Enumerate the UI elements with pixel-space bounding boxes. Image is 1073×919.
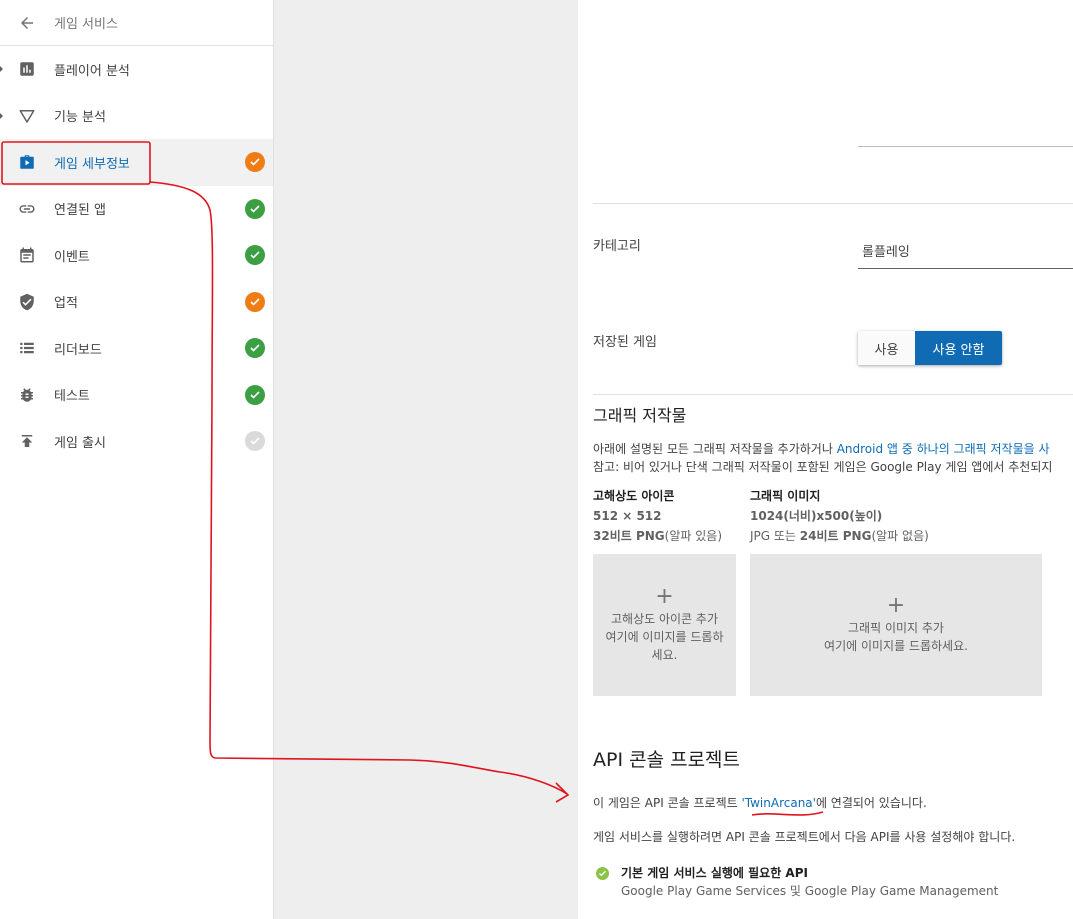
- sidebar-item-player-analytics[interactable]: 플레이어 분석: [0, 46, 273, 93]
- back-button[interactable]: 게임 서비스: [0, 0, 273, 46]
- graphic-image-spec: 그래픽 이미지 1024(너비)x500(높이) JPG 또는 24비트 PNG…: [750, 486, 929, 546]
- warning-check-icon: [245, 152, 265, 173]
- status-check-icon: [245, 338, 265, 359]
- arrow-back-icon[interactable]: [0, 14, 54, 32]
- dropzone-text: 그래픽 이미지 추가: [848, 621, 944, 635]
- hires-icon-title: 고해상도 아이콘: [593, 489, 675, 503]
- expand-caret-icon[interactable]: [0, 111, 3, 120]
- hires-icon-dropzone[interactable]: + 고해상도 아이콘 추가 여기에 이미지를 드롭하 세요.: [593, 554, 736, 696]
- dropzone-text: 여기에 이미지를 드롭하세요.: [824, 639, 968, 653]
- required-api-item: 기본 게임 서비스 실행에 필요한 API Google Play Game S…: [596, 864, 998, 900]
- category-label: 카테고리: [593, 239, 641, 254]
- triangle-filter-icon: [0, 107, 54, 125]
- saved-games-on-button[interactable]: 사용: [858, 331, 915, 365]
- graphics-note: 참고: 비어 있거나 단색 그래픽 저작물이 포함된 게임은 Google Pl…: [593, 460, 1053, 474]
- graphic-image-dropzone[interactable]: + 그래픽 이미지 추가 여기에 이미지를 드롭하세요.: [750, 554, 1042, 696]
- dropzone-text: 세요.: [651, 648, 678, 662]
- plus-icon: +: [886, 593, 906, 618]
- divider: [593, 394, 1073, 395]
- status-check-icon: [245, 198, 265, 219]
- dropzone-text: 고해상도 아이콘 추가: [611, 612, 718, 626]
- sidebar-item-label: 게임 세부정보: [54, 156, 130, 172]
- sidebar-item-feature-analytics[interactable]: 기능 분석: [0, 93, 273, 140]
- android-app-link[interactable]: Android 앱 중 하나의 그래픽 저작물을 사: [837, 442, 1050, 456]
- back-label: 게임 서비스: [54, 17, 118, 32]
- publish-icon: [0, 432, 54, 450]
- bar-chart-icon: [0, 60, 54, 78]
- status-check-icon: [245, 245, 265, 266]
- hires-icon-size: 512 × 512: [593, 509, 662, 523]
- sidebar-item-game-details[interactable]: 게임 세부정보: [0, 139, 273, 186]
- saved-games-label: 저장된 게임: [593, 335, 657, 350]
- link-icon: [0, 200, 54, 218]
- api-instruction: 게임 서비스를 실행하려면 API 콘솔 프로젝트에서 다음 API를 사용 설…: [593, 830, 1016, 844]
- hires-icon-format: 32비트 PNG(알파 있음): [593, 529, 722, 543]
- calendar-icon: [0, 246, 54, 264]
- disabled-check-icon: [245, 431, 265, 452]
- play-briefcase-icon: [0, 153, 54, 171]
- api-project-link[interactable]: 'TwinArcana': [741, 796, 815, 810]
- sidebar-item-linked-apps[interactable]: 연결된 앱: [0, 186, 273, 233]
- sidebar-item-publish[interactable]: 게임 출시: [0, 418, 273, 465]
- graphics-desc-text: 아래에 설명된 모든 그래픽 저작물을 추가하거나: [593, 442, 837, 456]
- required-api-list: Google Play Game Services 및 Google Play …: [621, 884, 999, 898]
- sidebar-item-label: 기능 분석: [54, 110, 106, 126]
- saved-games-off-button[interactable]: 사용 안함: [915, 331, 1002, 365]
- sidebar-item-label: 이벤트: [54, 249, 90, 265]
- saved-games-toggle: 사용 사용 안함: [858, 331, 1002, 365]
- graphic-image-title: 그래픽 이미지: [750, 489, 821, 503]
- hires-icon-spec: 고해상도 아이콘 512 × 512 32비트 PNG(알파 있음): [593, 486, 722, 546]
- sidebar-item-achievements[interactable]: 업적: [0, 279, 273, 326]
- status-check-icon: [245, 384, 265, 405]
- sidebar-item-events[interactable]: 이벤트: [0, 232, 273, 279]
- sidebar-item-label: 업적: [54, 296, 78, 312]
- sidebar-item-label: 테스트: [54, 389, 90, 405]
- divider: [593, 203, 1073, 204]
- graphics-description: 아래에 설명된 모든 그래픽 저작물을 추가하거나 Android 앱 중 하나…: [593, 440, 1050, 458]
- sidebar-item-label: 게임 출시: [54, 435, 106, 451]
- expand-caret-icon[interactable]: [0, 65, 3, 74]
- sidebar-item-testing[interactable]: 테스트: [0, 372, 273, 419]
- sidebar: 게임 서비스 플레이어 분석 기능 분석 게임 세부정보 연결된 앱 이벤트 업…: [0, 0, 274, 919]
- list-icon: [0, 339, 54, 357]
- graphics-section-title: 그래픽 저작물: [593, 406, 687, 425]
- sidebar-item-leaderboards[interactable]: 리더보드: [0, 325, 273, 372]
- api-linked-text: 이 게임은 API 콘솔 프로젝트 'TwinArcana'에 연결되어 있습니…: [593, 796, 927, 810]
- api-console-title: API 콘솔 프로젝트: [593, 749, 741, 771]
- shield-check-icon: [0, 293, 54, 311]
- category-select[interactable]: 롤플레잉: [858, 240, 1073, 269]
- graphic-image-format: JPG 또는 24비트 PNG(알파 없음): [750, 529, 929, 543]
- bug-icon: [0, 386, 54, 404]
- graphic-image-size: 1024(너비)x500(높이): [750, 509, 883, 523]
- check-circle-icon: [596, 867, 609, 880]
- sidebar-item-label: 플레이어 분석: [54, 63, 130, 79]
- dropzone-text: 여기에 이미지를 드롭하: [605, 630, 724, 644]
- sidebar-item-label: 연결된 앱: [54, 203, 106, 219]
- sidebar-item-label: 리더보드: [54, 342, 102, 358]
- text-field-underline[interactable]: [858, 146, 1073, 147]
- plus-icon: +: [655, 584, 674, 609]
- warning-check-icon: [245, 291, 265, 312]
- game-details-panel: 카테고리 롤플레잉 저장된 게임 사용 사용 안함 그래픽 저작물 아래에 설명…: [578, 0, 1073, 919]
- required-api-title: 기본 게임 서비스 실행에 필요한 API: [621, 866, 808, 880]
